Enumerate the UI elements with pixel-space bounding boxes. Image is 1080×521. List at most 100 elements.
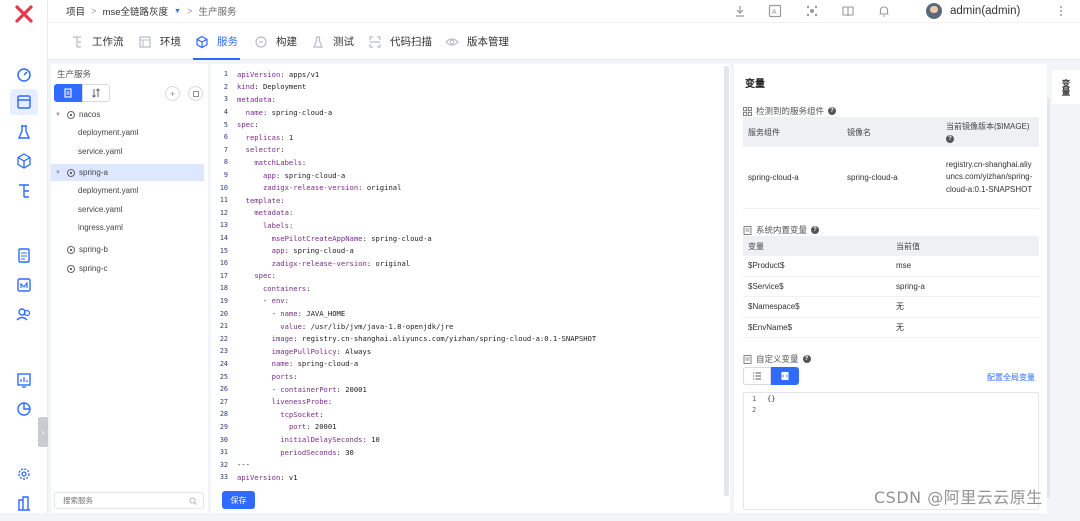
monitor-nav-icon[interactable]	[10, 272, 38, 298]
line-number: 25	[219, 372, 228, 381]
tree-service-item[interactable]: ▼ nacos	[51, 106, 204, 123]
panel-title: 变量	[745, 79, 765, 90]
line-number: 11	[219, 196, 228, 205]
line-number: 33	[219, 473, 228, 482]
code-view-button[interactable]	[771, 367, 799, 385]
users-nav-icon[interactable]	[10, 301, 38, 327]
editor-line: 2	[752, 405, 757, 414]
tree-nav-icon[interactable]	[10, 178, 38, 204]
code-line: 9 app: spring-cloud-a	[211, 169, 723, 182]
table-header: 服务组件 镜像名 当前镜像版本($IMAGE)?	[743, 117, 1039, 147]
code-line: 30 initialDelaySeconds: 10	[211, 433, 723, 446]
line-number: 8	[223, 158, 228, 167]
download-icon[interactable]	[733, 4, 747, 18]
more-vertical-icon[interactable]	[1054, 4, 1068, 18]
package-nav-icon[interactable]	[10, 148, 38, 174]
tab-version[interactable]: 版本管理	[445, 23, 509, 60]
chevron-down-icon[interactable]: ▼	[174, 8, 181, 15]
yaml-key: spec	[237, 120, 255, 130]
tab-service[interactable]: 服务	[193, 23, 240, 60]
line-number: 20	[219, 309, 228, 318]
tree-service-item[interactable]: ▼ spring-a	[51, 164, 204, 181]
table-view-button[interactable]	[743, 367, 771, 385]
code-line: 5 spec:	[211, 118, 723, 131]
code-line: 27 livenessProbe:	[211, 395, 723, 408]
environment-icon	[139, 35, 151, 48]
save-button[interactable]: 保存	[222, 491, 255, 509]
tree-file-item[interactable]: deployment.yaml	[51, 182, 204, 199]
chevron-down-icon[interactable]: ▼	[53, 112, 63, 118]
code-line: 19 - env:	[211, 295, 723, 308]
breadcrumb-project[interactable]: 项目	[66, 4, 85, 18]
avatar	[926, 3, 942, 19]
tree-service-item[interactable]: spring-b	[51, 241, 204, 258]
line-number: 26	[219, 385, 228, 394]
custom-vars-view-toggle	[743, 367, 799, 385]
add-service-button[interactable]: +	[165, 86, 180, 101]
tab-environment[interactable]: 环境	[138, 23, 181, 60]
bell-icon[interactable]	[877, 4, 891, 18]
tree-file-item[interactable]: service.yaml	[51, 201, 204, 218]
editor-scrollbar[interactable]	[724, 66, 729, 496]
code-line: 12 metadata:	[211, 207, 723, 220]
code-line: 28 tcpSocket:	[211, 408, 723, 421]
search-icon[interactable]	[189, 497, 197, 505]
project-nav-icon[interactable]	[10, 89, 38, 115]
code-line: 33 apiVersion: v1	[211, 471, 723, 484]
zadig-logo[interactable]	[14, 4, 34, 24]
test-nav-icon[interactable]	[10, 119, 38, 145]
dashboard-nav-icon[interactable]	[10, 62, 38, 88]
statistics-nav-icon[interactable]	[10, 367, 38, 393]
tab-build[interactable]: 构建	[254, 23, 297, 60]
tree-file-item[interactable]: service.yaml	[51, 143, 204, 160]
docs-nav-icon[interactable]	[10, 490, 38, 516]
book-icon[interactable]	[841, 4, 855, 18]
table-row: $Namespace$ 无	[743, 297, 1039, 318]
help-icon[interactable]: ?	[802, 355, 811, 363]
help-icon[interactable]: ?	[946, 135, 954, 144]
user-menu[interactable]: admin(admin)	[926, 3, 1020, 19]
tree-file-item[interactable]: deployment.yaml	[51, 124, 204, 141]
breadcrumb-app[interactable]: mse全链路灰度	[103, 4, 168, 18]
tree-file-item[interactable]: ingress.yaml	[51, 219, 204, 236]
table-row: $EnvName$ 无	[743, 318, 1039, 338]
import-service-button[interactable]	[188, 86, 203, 101]
yaml-editor[interactable]: 1 apiVersion: apps/v1 2 kind: Deployment 3 me…	[211, 64, 730, 513]
code-area[interactable]: 1 apiVersion: apps/v1 2 kind: Deployment 3 me…	[211, 68, 723, 484]
help-icon[interactable]: ?	[828, 107, 837, 115]
yaml-value: Always	[340, 346, 372, 356]
yaml-key: app	[262, 170, 276, 180]
tab-label: 构建	[276, 36, 297, 48]
help-icon[interactable]: ?	[811, 226, 820, 234]
yaml-key: msePilotCreateAppName	[271, 233, 363, 243]
column-header: 当前值	[896, 241, 920, 251]
collapse-rail-handle[interactable]: ›	[38, 417, 48, 447]
tree-item-label: spring-b	[79, 245, 108, 254]
configure-global-vars-link[interactable]: 配置全局变量	[987, 372, 1035, 383]
pie-chart-nav-icon[interactable]	[10, 396, 38, 422]
chevron-down-icon[interactable]: ▼	[53, 170, 63, 176]
tab-code-scan[interactable]: 代码扫描	[368, 23, 432, 60]
custom-vars-title: 自定义变量 ?	[743, 353, 811, 365]
tree-service-item[interactable]: spring-c	[51, 260, 204, 277]
yaml-key: livenessProbe	[271, 397, 328, 407]
table-header: 变量 当前值	[743, 236, 1039, 256]
line-number: 15	[219, 246, 228, 255]
tab-workflow[interactable]: 工作流	[70, 23, 124, 60]
settings-nav-icon[interactable]	[10, 461, 38, 487]
sort-toggle[interactable]	[82, 84, 110, 102]
build-icon	[255, 35, 267, 48]
code-line: 2 kind: Deployment	[211, 81, 723, 94]
line-number: 12	[219, 208, 228, 217]
clipboard-nav-icon[interactable]	[10, 242, 38, 268]
service-search-input[interactable]	[54, 492, 204, 509]
cell-var-name: $Product$	[748, 261, 785, 271]
tab-test[interactable]: 测试	[311, 23, 354, 60]
language-icon[interactable]: A	[768, 4, 782, 18]
plugin-icon[interactable]	[805, 4, 819, 18]
list-view-toggle[interactable]	[54, 84, 82, 102]
code-line: 22 image: registry.cn-shanghai.aliyuncs.…	[211, 332, 723, 345]
watermark: CSDN @阿里云云原生	[874, 488, 1043, 507]
line-number: 5	[223, 120, 228, 129]
variables-side-tab[interactable]: 变量	[1052, 70, 1080, 104]
